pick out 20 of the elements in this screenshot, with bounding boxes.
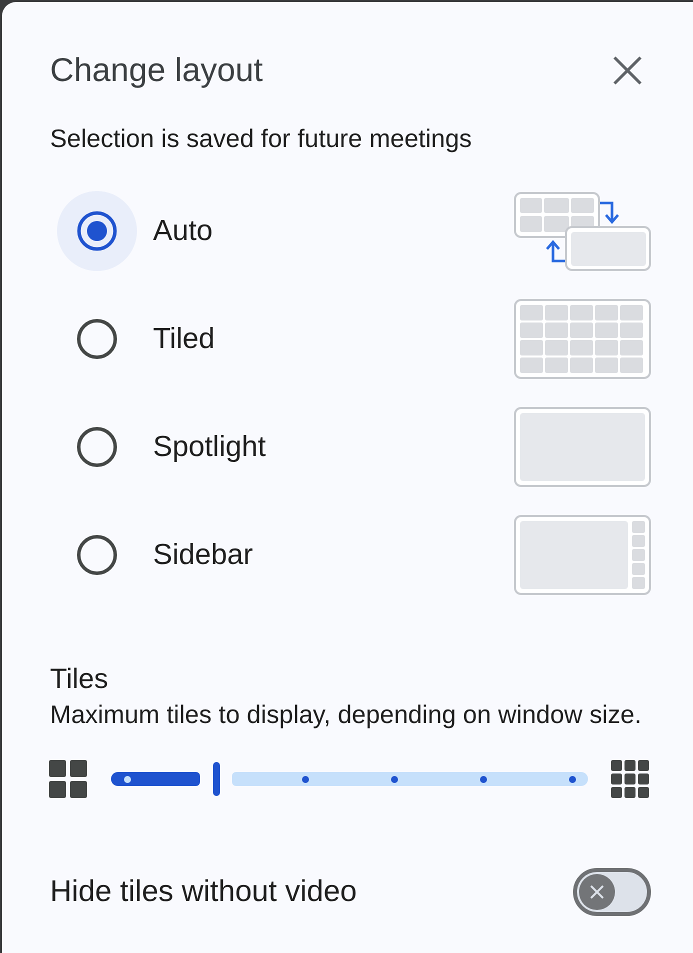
section-description: Maximum tiles to display, depending on window size. xyxy=(50,700,642,731)
layout-option-label: Tiled xyxy=(153,322,215,357)
dialog-subtitle: Selection is saved for future meetings xyxy=(50,124,473,155)
x-icon xyxy=(590,885,604,899)
four-squares-icon xyxy=(49,760,87,798)
radio-button[interactable] xyxy=(77,427,117,467)
layout-option-label: Auto xyxy=(153,214,213,249)
toggle-label: Hide tiles without video xyxy=(50,874,357,910)
radio-button[interactable] xyxy=(77,535,117,575)
nine-squares-icon xyxy=(611,760,649,798)
radio-button[interactable] xyxy=(77,319,117,359)
dialog-title: Change layout xyxy=(50,50,263,90)
slider-thumb[interactable] xyxy=(212,762,220,796)
toggle-switch[interactable] xyxy=(573,868,651,916)
close-icon xyxy=(613,56,642,84)
section-heading: Tiles xyxy=(50,662,110,696)
layout-option-label: Spotlight xyxy=(153,430,266,465)
close-button[interactable] xyxy=(613,56,642,84)
layout-option-label: Sidebar xyxy=(153,538,253,573)
radio-button[interactable] xyxy=(57,191,137,271)
